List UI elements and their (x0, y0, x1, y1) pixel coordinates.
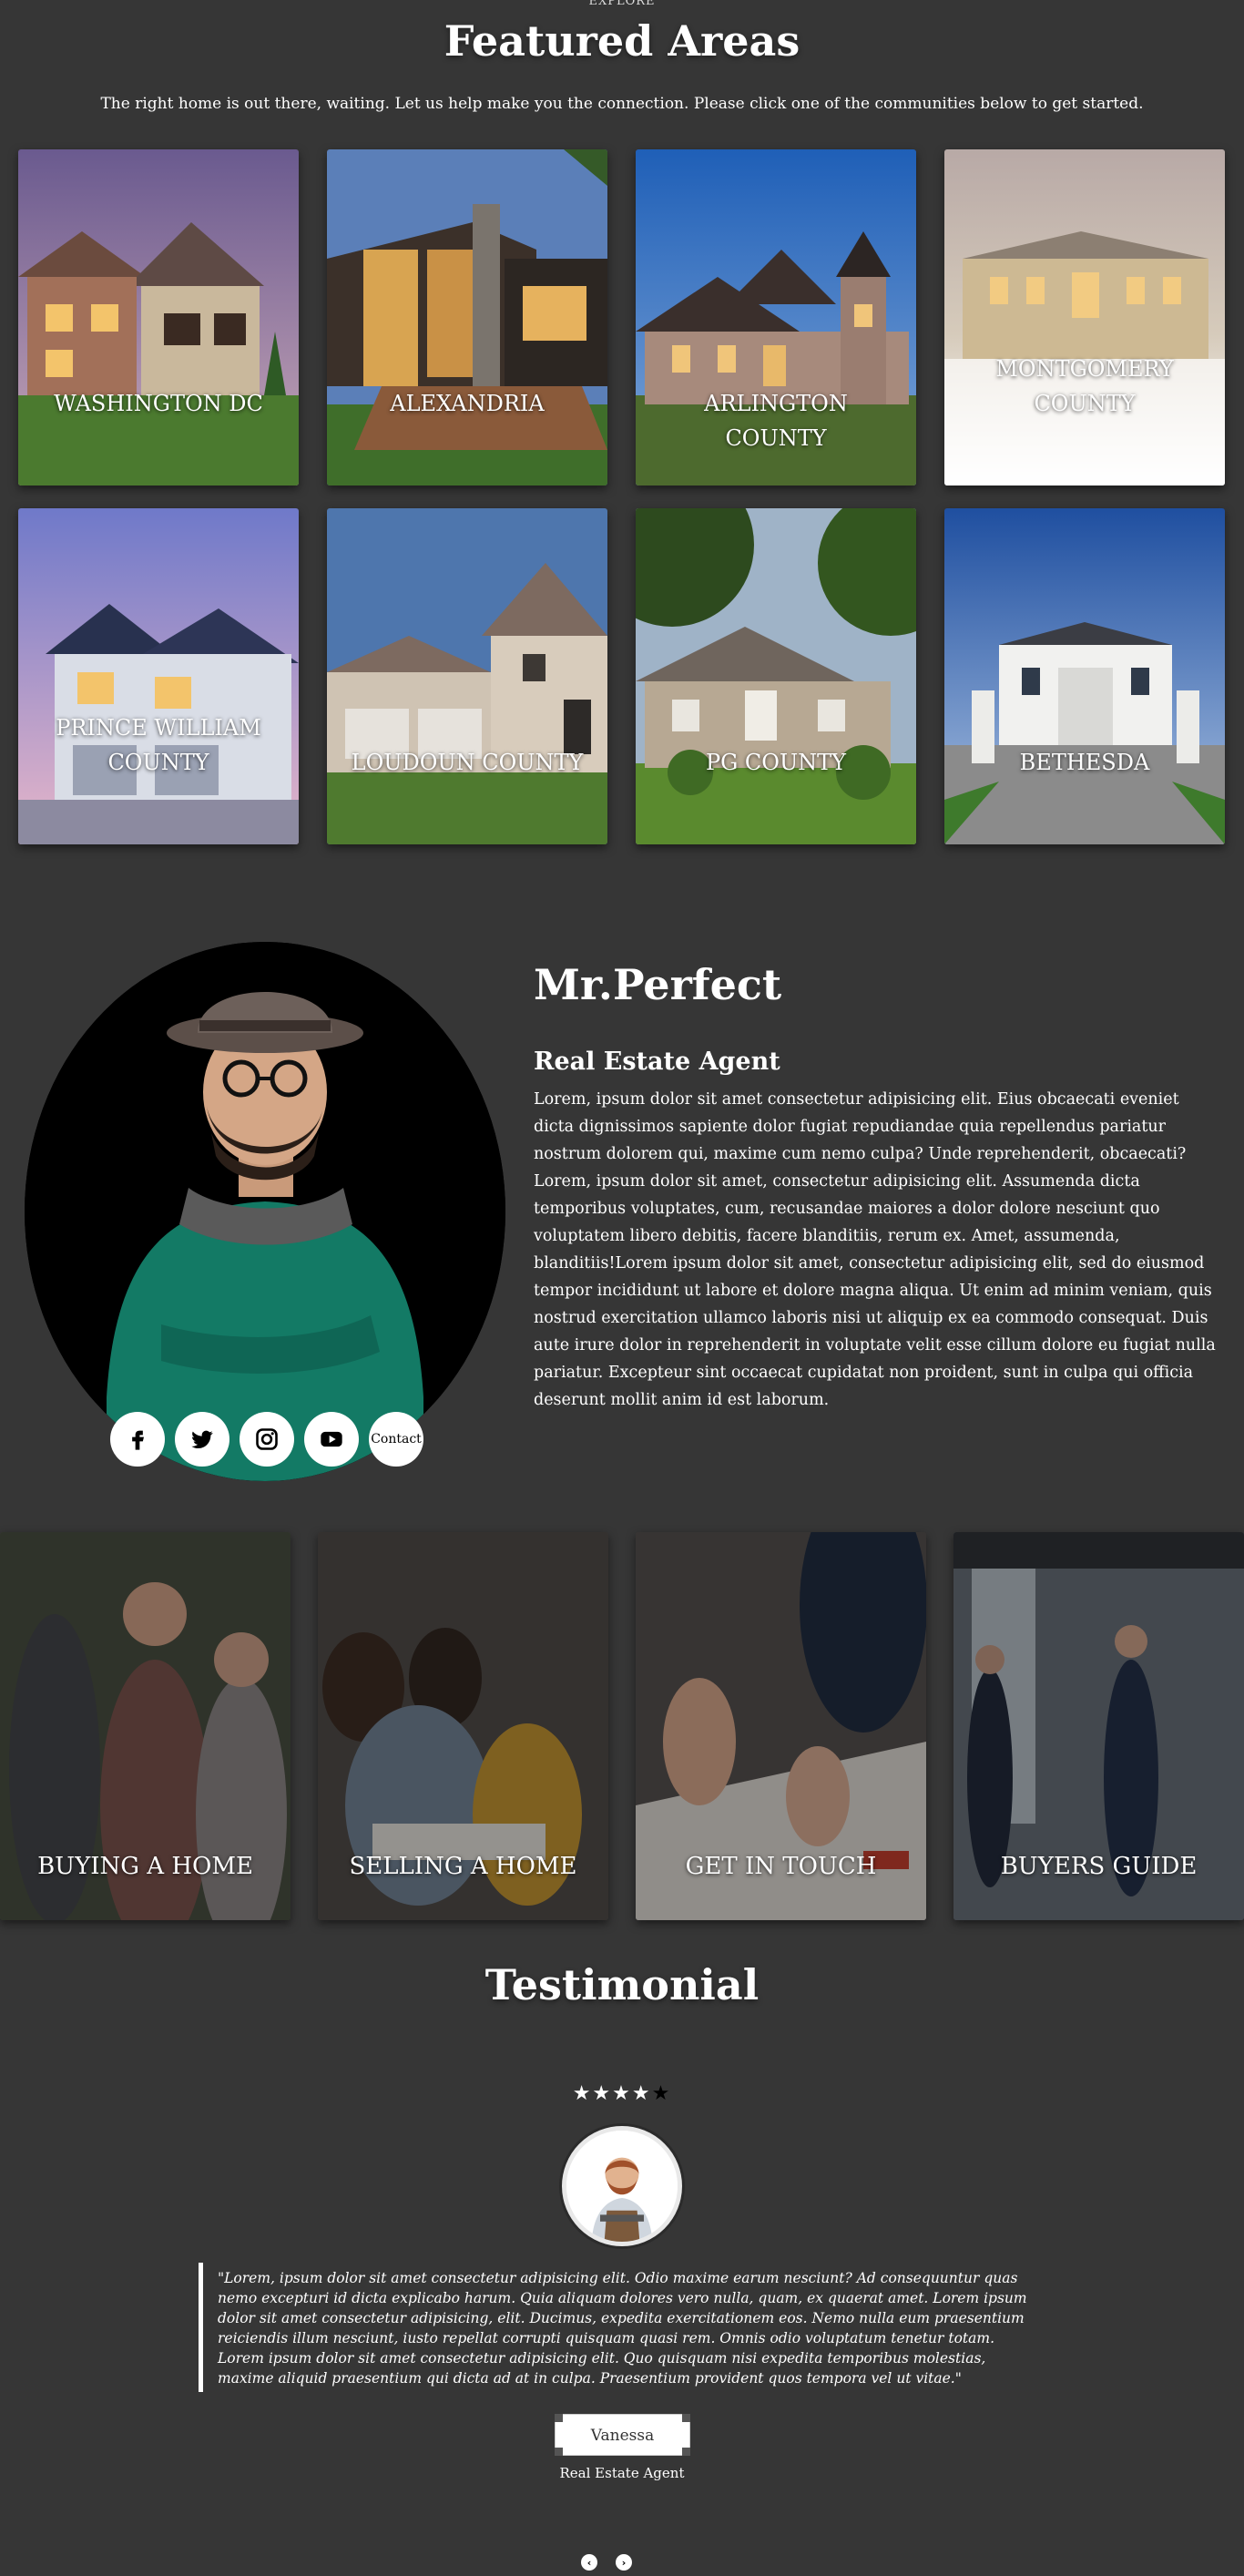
reviewer-name-text: Vanessa (590, 2427, 655, 2445)
service-label: GET IN TOUCH (685, 1853, 877, 1880)
area-card-bethesda[interactable]: BETHESDA (944, 508, 1225, 844)
house-photo (944, 149, 1225, 486)
twitter-icon (191, 1430, 213, 1449)
house-photo (18, 149, 299, 486)
area-label: PRINCE WILLIAM COUNTY (56, 715, 261, 775)
chevron-right-icon: › (621, 2556, 627, 2569)
area-label: MONTGOMERY COUNTY (995, 356, 1174, 416)
selection-handle (682, 2448, 690, 2456)
next-button[interactable]: › (616, 2554, 632, 2571)
star-empty-icon: ★ (651, 2082, 672, 2105)
service-label: SELLING A HOME (349, 1853, 577, 1880)
section-eyebrow: EXPLORE (588, 0, 656, 8)
agent-bio: Lorem, ipsum dolor sit amet consectetur … (534, 1090, 1216, 1409)
agent-name: Mr.Perfect (534, 960, 782, 1009)
area-label: ARLINGTON COUNTY (704, 391, 848, 451)
area-card-loudoun-county[interactable]: LOUDOUN COUNTY (327, 508, 607, 844)
youtube-icon (321, 1431, 342, 1447)
services-row: BUYING A HOME SELLING A HOME GET IN TOUC… (0, 1532, 1244, 1920)
selection-handle (682, 2414, 690, 2422)
area-label: ALEXANDRIA (390, 391, 545, 416)
service-card-get-in-touch[interactable]: GET IN TOUCH (636, 1532, 926, 1920)
reviewer-role: Real Estate Agent (559, 2465, 685, 2481)
social-links: Contact (110, 1412, 423, 1467)
area-card-prince-william-county[interactable]: PRINCE WILLIAM COUNTY (18, 508, 299, 844)
house-photo (327, 508, 607, 844)
area-card-alexandria[interactable]: ALEXANDRIA (327, 149, 607, 486)
house-photo (636, 508, 916, 844)
area-label: BETHESDA (1019, 750, 1150, 775)
service-card-buyers-guide[interactable]: BUYERS GUIDE (953, 1532, 1244, 1920)
featured-areas-subtitle: The right home is out there, waiting. Le… (100, 95, 1144, 113)
instagram-button[interactable] (240, 1412, 294, 1467)
star-filled-icon: ★★★★ (572, 2082, 652, 2105)
agent-photo (25, 942, 505, 1481)
selection-handle (555, 2448, 563, 2456)
service-label: BUYERS GUIDE (1000, 1853, 1198, 1880)
house-photo (18, 508, 299, 844)
testimonial-quote: "Lorem, ipsum dolor sit amet consectetur… (199, 2263, 1029, 2392)
selection-handle (555, 2414, 563, 2422)
area-card-arlington-county[interactable]: ARLINGTON COUNTY (636, 149, 916, 486)
service-card-buying[interactable]: BUYING A HOME (0, 1532, 291, 1920)
youtube-button[interactable] (304, 1412, 359, 1467)
star-rating: ★★★★★ (0, 2082, 1244, 2105)
house-photo (944, 508, 1225, 844)
reviewer-avatar (562, 2126, 682, 2246)
testimonial-title: Testimonial (484, 1960, 760, 2009)
area-card-pg-county[interactable]: PG COUNTY (636, 508, 916, 844)
area-grid: WASHINGTON DC ALEXANDRIA ARLINGTON COUNT… (18, 149, 1226, 844)
twitter-button[interactable] (175, 1412, 229, 1467)
contact-button[interactable]: Contact (369, 1412, 423, 1467)
area-card-washington-dc[interactable]: WASHINGTON DC (18, 149, 299, 486)
reviewer-name: Vanessa (555, 2414, 690, 2456)
carousel-nav: ‹ › (581, 2554, 632, 2571)
area-label: WASHINGTON DC (54, 391, 263, 416)
chevron-left-icon: ‹ (586, 2556, 592, 2569)
area-label: PG COUNTY (705, 750, 847, 775)
service-card-selling[interactable]: SELLING A HOME (318, 1532, 608, 1920)
prev-button[interactable]: ‹ (581, 2554, 597, 2571)
area-label: LOUDOUN COUNTY (351, 750, 584, 775)
facebook-button[interactable] (110, 1412, 165, 1467)
house-photo (327, 149, 607, 486)
featured-areas-title: Featured Areas (444, 16, 800, 66)
service-label: BUYING A HOME (37, 1853, 253, 1880)
instagram-icon (256, 1428, 278, 1450)
agent-role: Real Estate Agent (534, 1048, 780, 1076)
area-card-montgomery-county[interactable]: MONTGOMERY COUNTY (944, 149, 1225, 486)
facebook-icon (132, 1430, 144, 1450)
